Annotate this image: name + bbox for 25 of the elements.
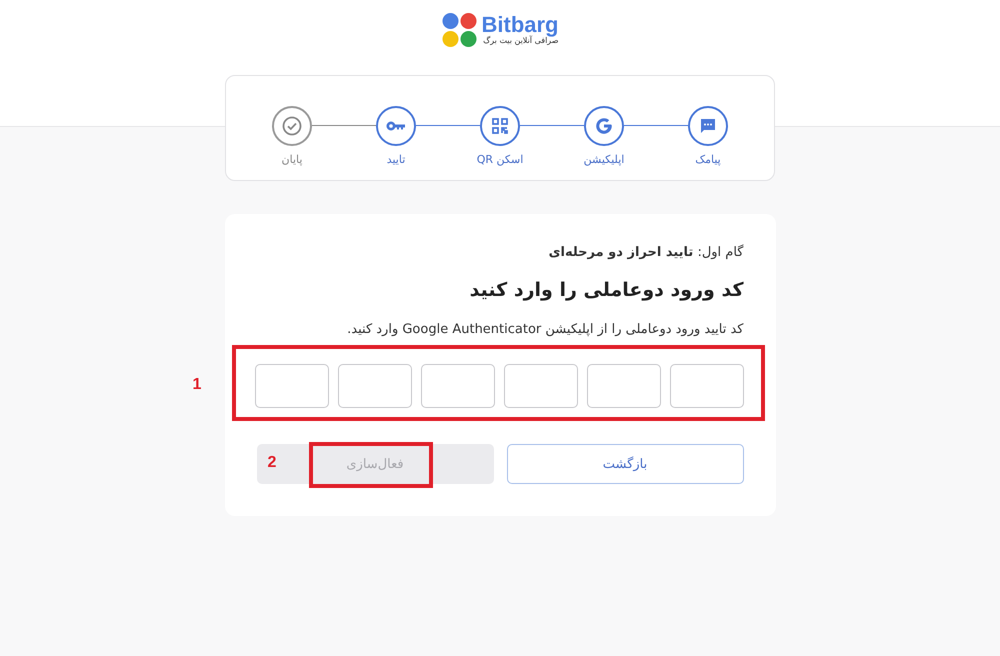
- code-digit-field[interactable]: [670, 364, 744, 408]
- step-label: تایید: [386, 153, 406, 166]
- code-digit-field[interactable]: [254, 364, 328, 408]
- chat-icon: [699, 117, 717, 135]
- code-digit-field[interactable]: [504, 364, 578, 408]
- logo-tagline: صرافی آنلاین بیت برگ: [483, 36, 558, 46]
- qr-code-icon: [491, 117, 509, 135]
- google-icon: [594, 116, 614, 136]
- check-circle-icon: [282, 116, 302, 136]
- key-icon: [386, 120, 406, 132]
- code-digit-field[interactable]: [586, 364, 660, 408]
- step-label: پیامک: [695, 153, 721, 166]
- back-button[interactable]: بازگشت: [506, 444, 744, 484]
- step-heading: گام اول: تایید احراز دو مرحله‌ای: [548, 244, 744, 262]
- code-digit-field[interactable]: [338, 364, 412, 408]
- form-title: کد ورود دوعاملی را وارد کنید: [468, 278, 744, 303]
- logo-name: Bitbarg: [482, 14, 558, 36]
- annotation-number: 2: [268, 454, 276, 472]
- step-label: پایان: [282, 153, 302, 166]
- code-digit-field[interactable]: [420, 364, 494, 408]
- step-label: اسکن QR: [476, 153, 524, 166]
- logo-icon: [442, 13, 478, 47]
- form-description: کد تایید ورود دوعاملی را از اپلیکیشن Google Authenticator وارد کنید.: [346, 321, 744, 339]
- step-label: اپلیکیشن: [584, 153, 624, 166]
- annotation-number: 1: [192, 376, 202, 394]
